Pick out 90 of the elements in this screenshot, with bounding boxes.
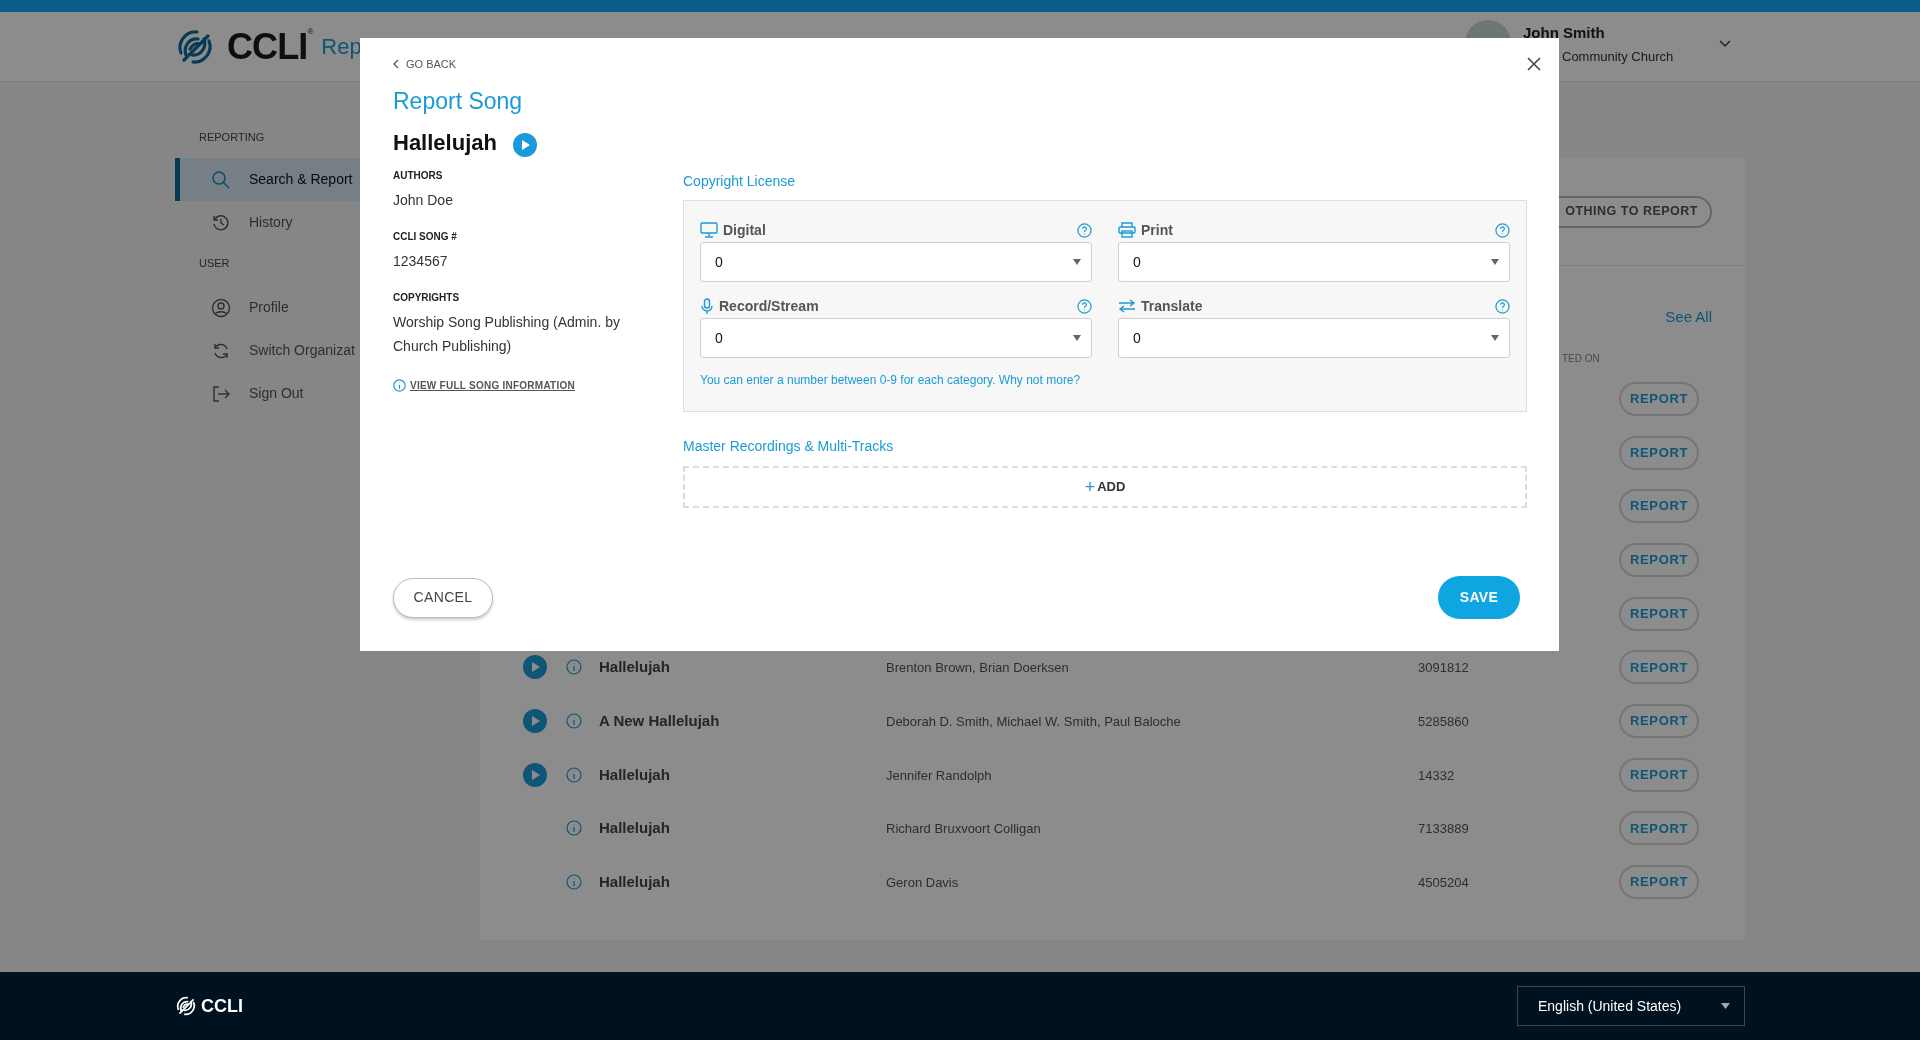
report-button[interactable]: REPORT: [1619, 435, 1699, 470]
dropdown-caret-icon: [1721, 1003, 1730, 1009]
song-title[interactable]: Hallelujah: [599, 658, 670, 676]
profile-icon: [211, 297, 231, 318]
view-song-info-link[interactable]: VIEW FULL SONG INFORMATION: [393, 378, 683, 393]
song-authors: Richard Bruxvoort Colligan: [886, 821, 1041, 837]
info-icon[interactable]: [566, 659, 582, 676]
cancel-button[interactable]: CANCEL: [393, 577, 493, 618]
play-icon[interactable]: [523, 655, 547, 680]
detail-label: COPYRIGHTS: [393, 291, 461, 305]
report-button[interactable]: REPORT: [1619, 489, 1699, 524]
count-select[interactable]: 0: [700, 318, 1092, 358]
chevron-down-icon[interactable]: [1719, 40, 1731, 48]
song-number: 3091812: [1418, 660, 1469, 676]
report-button[interactable]: REPORT: [1619, 811, 1699, 846]
app-title: Rep: [321, 33, 362, 61]
help-icon[interactable]: [1077, 298, 1092, 314]
field-label: Record/Stream: [719, 296, 819, 316]
search-icon: [211, 169, 231, 190]
count-select[interactable]: 0: [1118, 242, 1510, 282]
organization-name: Community Church: [1562, 48, 1674, 66]
chevron-left-icon: [393, 59, 399, 69]
monitor-icon: [700, 222, 718, 238]
song-authors: Geron Davis: [886, 875, 959, 891]
section-label: USER: [199, 256, 230, 270]
hint-text: You can enter a number between 0-9 for each category. Why not more?: [700, 372, 1082, 389]
column-header: TED ON: [1562, 351, 1600, 366]
footer-logo-text: CCLI: [201, 994, 243, 1018]
dropdown-caret-icon: [1073, 335, 1081, 341]
song-title[interactable]: Hallelujah: [599, 873, 670, 891]
sign-out-icon: [211, 383, 231, 404]
song-number: 7133889: [1418, 821, 1469, 837]
song-title[interactable]: Hallelujah: [599, 765, 670, 783]
play-icon[interactable]: [512, 133, 537, 157]
report-button[interactable]: REPORT: [1619, 542, 1699, 577]
section-title: Copyright License: [683, 172, 797, 191]
help-icon[interactable]: [1495, 298, 1510, 314]
language-select[interactable]: English (United States): [1517, 986, 1745, 1026]
logo-text: CCLI: [227, 28, 308, 65]
report-button[interactable]: REPORT: [1619, 757, 1699, 792]
count-select[interactable]: 0: [1118, 318, 1510, 358]
song-title[interactable]: A New Hallelujah: [599, 711, 720, 729]
save-button[interactable]: SAVE: [1438, 576, 1520, 619]
count-select[interactable]: 0: [700, 242, 1092, 282]
add-button[interactable]: +ADD: [683, 466, 1527, 508]
field-label: Digital: [723, 220, 766, 240]
song-authors: Jennifer Randolph: [886, 767, 992, 783]
detail-label: AUTHORS: [393, 169, 444, 183]
dropdown-caret-icon: [1491, 259, 1499, 265]
info-icon[interactable]: [566, 712, 582, 729]
report-button[interactable]: REPORT: [1619, 650, 1699, 685]
song-number: 14332: [1418, 767, 1455, 783]
swap-arrows-icon: [1118, 299, 1136, 313]
song-authors: Deborah D. Smith, Michael W. Smith, Paul Baloche: [886, 713, 1181, 729]
footer-logo-icon: [175, 995, 197, 1017]
play-icon[interactable]: [523, 708, 547, 733]
history-icon: [211, 212, 231, 233]
microphone-icon: [700, 297, 714, 315]
dialog-title: Report Song: [393, 87, 524, 116]
report-button[interactable]: REPORT: [1619, 703, 1699, 738]
dropdown-caret-icon: [1073, 259, 1081, 265]
trademark-mark: ®: [307, 26, 314, 36]
song-heading: Hallelujah: [393, 129, 497, 157]
report-button[interactable]: REPORT: [1619, 596, 1699, 631]
detail-value: 1234567: [393, 252, 449, 271]
detail-value: Worship Song Publishing (Admin. by Church Publishing): [393, 313, 621, 356]
song-title[interactable]: Hallelujah: [599, 819, 670, 837]
report-button[interactable]: REPORT: [1619, 381, 1699, 416]
section-label: REPORTING: [199, 130, 265, 144]
printer-icon: [1118, 222, 1136, 238]
go-back-link[interactable]: GO BACK: [393, 56, 683, 72]
section-title: Master Recordings & Multi-Tracks: [683, 437, 895, 456]
song-number: 5285860: [1418, 713, 1469, 729]
report-button[interactable]: REPORT: [1619, 865, 1699, 900]
info-icon[interactable]: [566, 820, 582, 837]
info-icon[interactable]: [566, 874, 582, 891]
see-all-link[interactable]: See All: [1665, 306, 1712, 329]
help-icon[interactable]: [1077, 222, 1092, 238]
info-icon: [393, 379, 406, 392]
close-icon[interactable]: [1527, 57, 1541, 71]
song-number: 4505204: [1418, 875, 1469, 891]
user-name: John Smith: [1523, 23, 1605, 43]
help-icon[interactable]: [1495, 222, 1510, 238]
dropdown-caret-icon: [1491, 335, 1499, 341]
play-icon[interactable]: [523, 762, 547, 787]
info-icon[interactable]: [566, 766, 582, 783]
field-label: Translate: [1141, 296, 1203, 316]
field-label: Print: [1141, 220, 1173, 240]
song-authors: Brenton Brown, Brian Doerksen: [886, 660, 1069, 676]
detail-label: CCLI SONG #: [393, 230, 458, 244]
